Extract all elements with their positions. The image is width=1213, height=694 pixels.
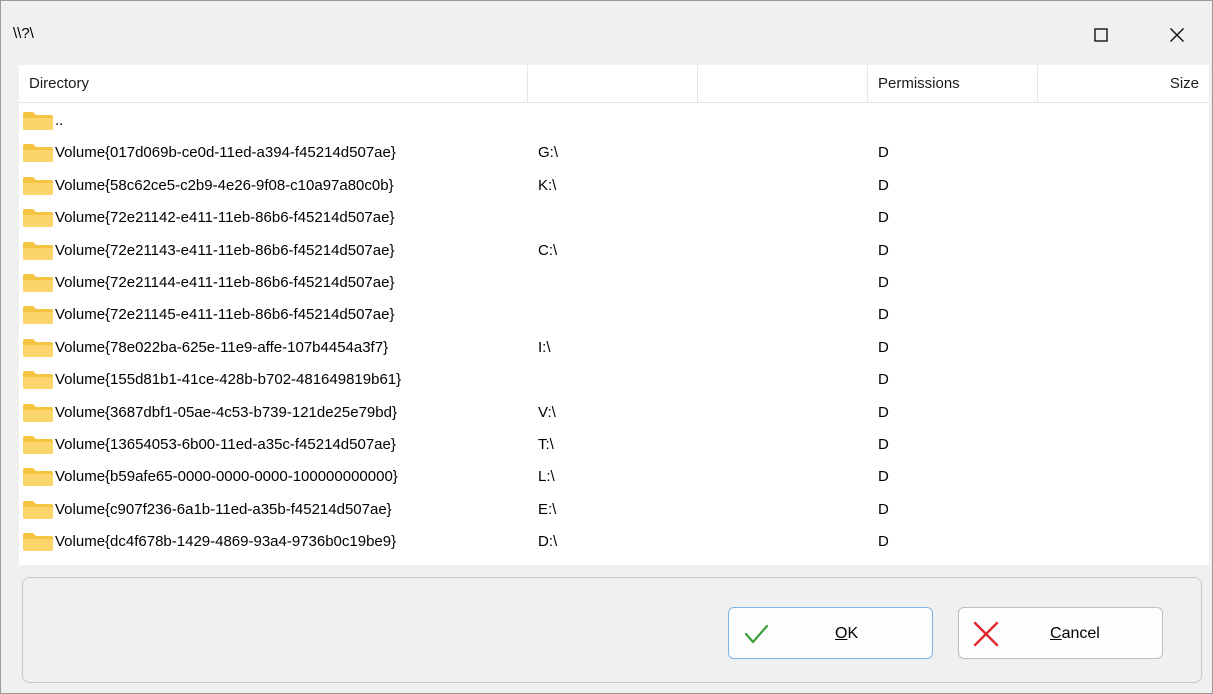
row-drive: L:\ — [538, 468, 555, 486]
folder-icon — [23, 112, 53, 130]
table-row[interactable]: Volume{3687dbf1-05ae-4c53-b739-121de25e7… — [19, 397, 1209, 429]
row-name: Volume{155d81b1-41ce-428b-b702-481649819… — [55, 371, 402, 389]
row-drive: D:\ — [538, 533, 558, 551]
folder-icon — [23, 533, 53, 552]
row-name: Volume{dc4f678b-1429-4869-93a4-9736b0c19… — [55, 533, 397, 551]
row-permissions: D — [878, 468, 889, 486]
row-drive: C:\ — [538, 241, 558, 259]
row-permissions: D — [878, 241, 889, 259]
folder-icon — [23, 209, 53, 228]
row-permissions: D — [878, 273, 889, 291]
row-name: Volume{78e022ba-625e-11e9-affe-107b4454a… — [55, 338, 389, 356]
ok-button-label: OK — [835, 625, 859, 642]
folder-icon — [23, 500, 53, 519]
row-name: Volume{58c62ce5-c2b9-4e26-9f08-c10a97a80… — [55, 176, 394, 194]
column-header-permissions[interactable]: Permissions — [868, 65, 1038, 102]
folder-icon — [23, 144, 53, 163]
table-row[interactable]: Volume{dc4f678b-1429-4869-93a4-9736b0c19… — [19, 526, 1209, 558]
column-header-directory[interactable]: Directory — [19, 65, 528, 102]
table-row[interactable]: Volume{13654053-6b00-11ed-a35c-f45214d50… — [19, 429, 1209, 461]
close-button[interactable] — [1154, 15, 1200, 55]
folder-icon — [23, 176, 53, 195]
row-drive: E:\ — [538, 500, 557, 518]
column-header-2[interactable] — [528, 65, 698, 102]
row-permissions: D — [878, 533, 889, 551]
row-name: Volume{c907f236-6a1b-11ed-a35b-f45214d50… — [55, 500, 392, 518]
list-rows: .. Volume{017d069b-ce0d-11ed-a394-f45214… — [19, 105, 1209, 558]
cancel-button-label: Cancel — [1050, 625, 1100, 642]
row-permissions: D — [878, 403, 889, 421]
table-row[interactable]: Volume{72e21143-e411-11eb-86b6-f45214d50… — [19, 235, 1209, 267]
maximize-button[interactable] — [1078, 15, 1124, 55]
row-drive: G:\ — [538, 144, 559, 162]
table-row[interactable]: Volume{c907f236-6a1b-11ed-a35b-f45214d50… — [19, 494, 1209, 526]
row-permissions: D — [878, 500, 889, 518]
window-title: \\?\ — [13, 25, 34, 42]
table-row[interactable]: Volume{72e21144-e411-11eb-86b6-f45214d50… — [19, 267, 1209, 299]
ok-button[interactable]: OK — [728, 607, 933, 659]
row-drive: K:\ — [538, 176, 557, 194]
row-name: Volume{72e21142-e411-11eb-86b6-f45214d50… — [55, 209, 395, 227]
checkmark-icon — [744, 624, 769, 644]
row-drive: V:\ — [538, 403, 556, 421]
row-name: .. — [55, 112, 64, 129]
table-row[interactable]: Volume{78e022ba-625e-11e9-affe-107b4454a… — [19, 332, 1209, 364]
folder-icon — [23, 468, 53, 487]
table-row[interactable]: Volume{155d81b1-41ce-428b-b702-481649819… — [19, 364, 1209, 396]
list-header: Directory Permissions Size — [19, 65, 1209, 103]
row-name: Volume{b59afe65-0000-0000-0000-100000000… — [55, 468, 398, 486]
folder-icon — [23, 403, 53, 422]
folder-icon — [23, 306, 53, 325]
row-permissions: D — [878, 306, 889, 324]
table-row[interactable]: Volume{72e21142-e411-11eb-86b6-f45214d50… — [19, 202, 1209, 234]
directory-list[interactable]: Directory Permissions Size .. Volume{017… — [19, 65, 1209, 565]
table-row[interactable]: Volume{017d069b-ce0d-11ed-a394-f45214d50… — [19, 137, 1209, 169]
dialog-window: \\?\ Directory Permissions Size .. Volum… — [0, 0, 1213, 694]
table-row[interactable]: Volume{58c62ce5-c2b9-4e26-9f08-c10a97a80… — [19, 170, 1209, 202]
row-permissions: D — [878, 209, 889, 227]
row-name: Volume{3687dbf1-05ae-4c53-b739-121de25e7… — [55, 403, 397, 421]
row-permissions: D — [878, 144, 889, 162]
table-row[interactable]: .. — [19, 105, 1209, 137]
row-permissions: D — [878, 176, 889, 194]
folder-icon — [23, 273, 53, 292]
row-name: Volume{72e21144-e411-11eb-86b6-f45214d50… — [55, 273, 395, 291]
folder-icon — [23, 371, 53, 390]
folder-icon — [23, 435, 53, 454]
column-header-3[interactable] — [698, 65, 868, 102]
row-name: Volume{72e21143-e411-11eb-86b6-f45214d50… — [55, 241, 395, 259]
row-name: Volume{017d069b-ce0d-11ed-a394-f45214d50… — [55, 144, 396, 162]
table-row[interactable]: Volume{72e21145-e411-11eb-86b6-f45214d50… — [19, 299, 1209, 331]
row-name: Volume{72e21145-e411-11eb-86b6-f45214d50… — [55, 306, 395, 324]
table-row[interactable]: Volume{b59afe65-0000-0000-0000-100000000… — [19, 461, 1209, 493]
folder-icon — [23, 338, 53, 357]
row-name: Volume{13654053-6b00-11ed-a35c-f45214d50… — [55, 435, 396, 453]
close-icon — [1170, 28, 1184, 42]
x-icon — [973, 621, 999, 647]
title-bar: \\?\ — [1, 1, 1212, 65]
maximize-icon — [1094, 28, 1108, 42]
row-permissions: D — [878, 338, 889, 356]
folder-icon — [23, 241, 53, 260]
row-permissions: D — [878, 371, 889, 389]
row-drive: I:\ — [538, 338, 551, 356]
row-drive: T:\ — [538, 435, 554, 453]
row-permissions: D — [878, 435, 889, 453]
column-header-size[interactable]: Size — [1038, 65, 1209, 102]
cancel-button[interactable]: Cancel — [958, 607, 1163, 659]
